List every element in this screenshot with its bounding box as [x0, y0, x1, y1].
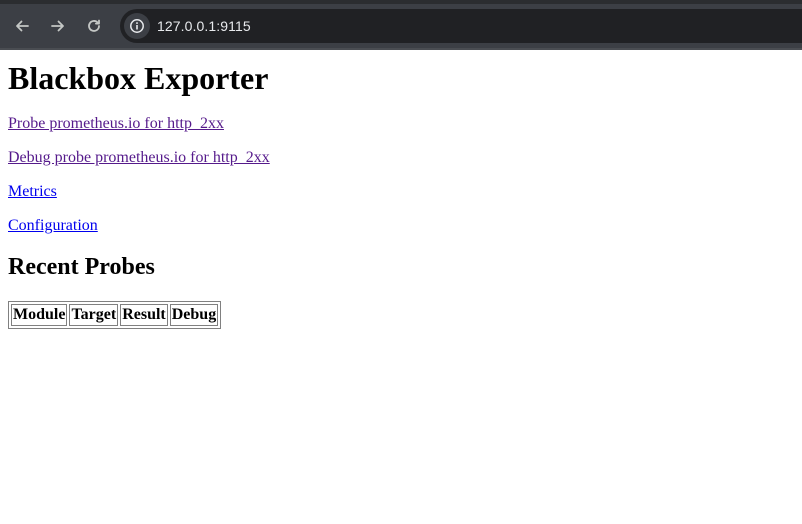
column-header-debug: Debug — [169, 304, 219, 326]
recent-probes-heading: Recent Probes — [8, 254, 155, 280]
probe-link[interactable]: Probe prometheus.io for http_2xx — [8, 115, 224, 132]
site-info-button[interactable] — [124, 13, 150, 39]
arrow-left-icon — [16, 20, 29, 32]
info-icon — [130, 19, 144, 33]
column-header-target: Target — [69, 304, 119, 326]
arrow-right-icon — [51, 20, 64, 32]
recent-probes-table: Module Target Result Debug — [8, 301, 222, 329]
reload-icon — [88, 19, 100, 32]
table-header-row: Module Target Result Debug — [11, 304, 219, 326]
toolbar-divider — [0, 48, 802, 50]
reload-button[interactable] — [80, 12, 108, 40]
link-paragraph: Debug probe prometheus.io for http_2xx — [8, 149, 794, 167]
column-header-module: Module — [11, 304, 68, 326]
link-paragraph: Configuration — [8, 217, 794, 235]
url-text: 127.0.0.1:9115 — [157, 18, 251, 34]
back-button[interactable] — [8, 12, 36, 40]
column-header-result: Result — [120, 304, 168, 326]
metrics-link[interactable]: Metrics — [8, 183, 57, 200]
configuration-link[interactable]: Configuration — [8, 217, 98, 234]
address-bar[interactable]: 127.0.0.1:9115 — [120, 9, 802, 43]
link-paragraph: Metrics — [8, 183, 794, 201]
link-paragraph: Probe prometheus.io for http_2xx — [8, 115, 794, 133]
browser-toolbar: 127.0.0.1:9115 — [0, 0, 802, 50]
forward-button[interactable] — [44, 12, 72, 40]
page-title: Blackbox Exporter — [8, 60, 269, 96]
page-content: Blackbox Exporter Probe prometheus.io fo… — [0, 60, 802, 329]
debug-probe-link[interactable]: Debug probe prometheus.io for http_2xx — [8, 149, 270, 166]
